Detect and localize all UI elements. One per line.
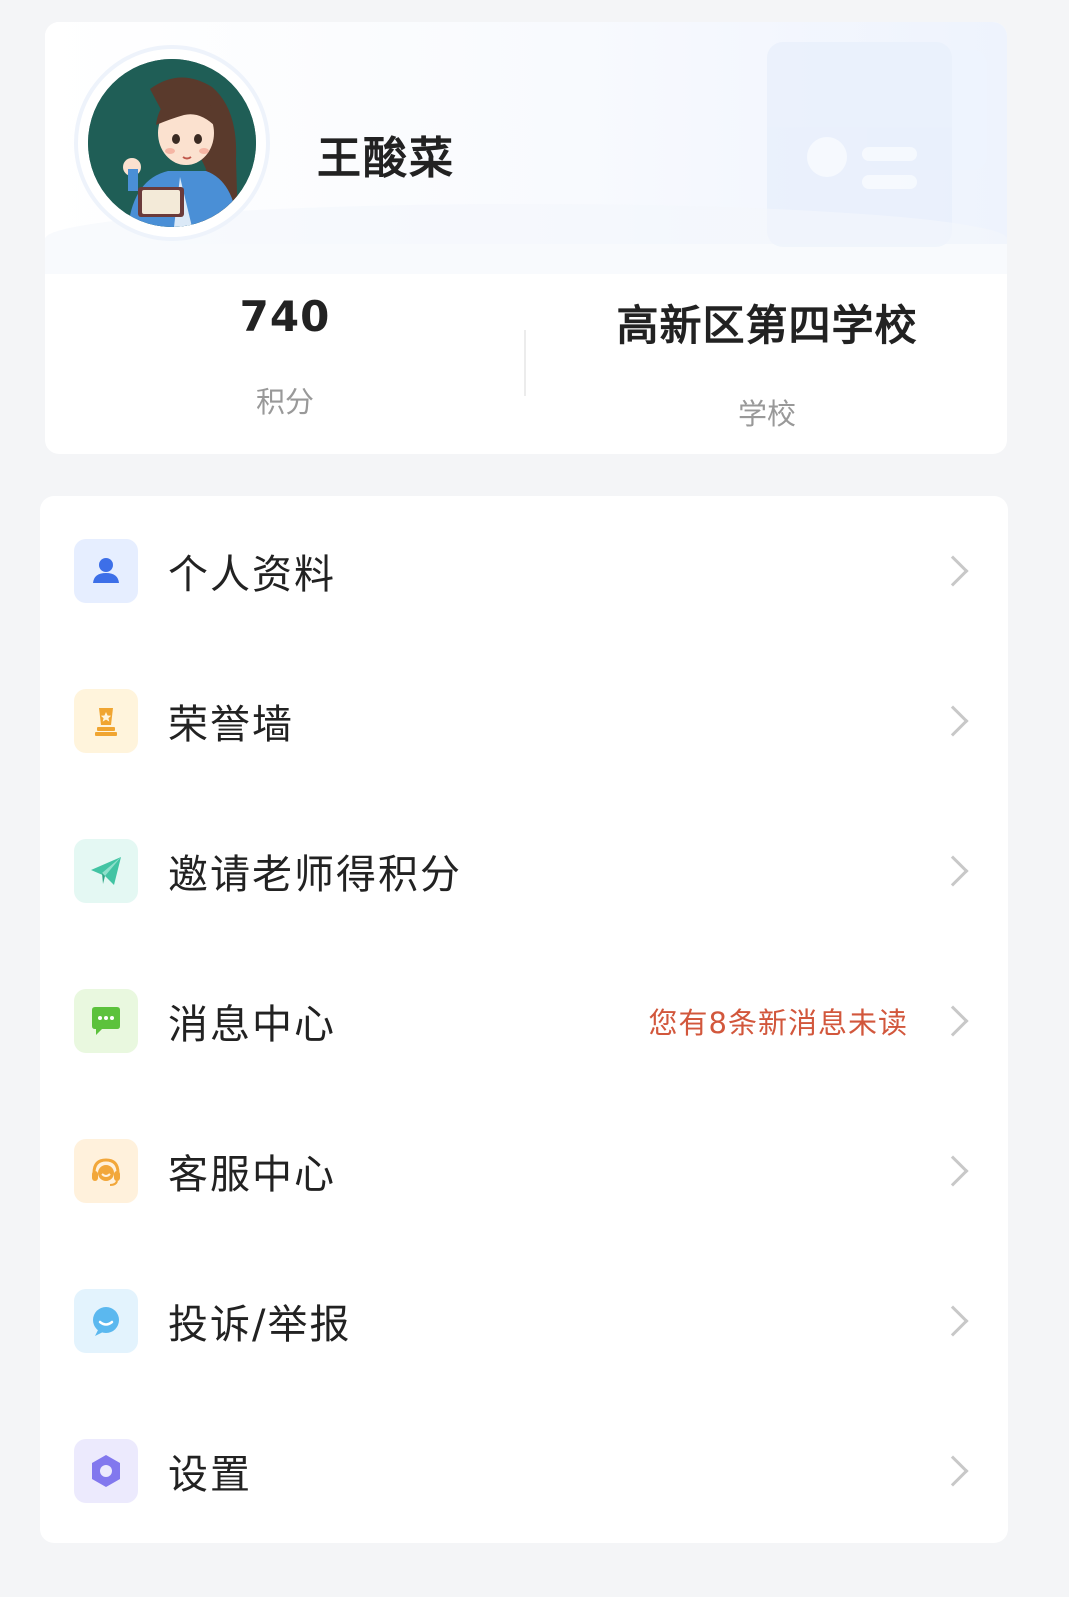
menu-item-label: 邀请老师得积分	[168, 852, 462, 898]
avatar-image	[88, 59, 256, 227]
menu-item-label: 消息中心	[168, 1002, 336, 1048]
chevron-right-icon	[937, 705, 969, 737]
menu-item-label: 投诉/举报	[168, 1302, 352, 1348]
chevron-right-icon	[937, 1005, 969, 1037]
menu-item-label: 设置	[168, 1452, 252, 1498]
points-label: 积分	[255, 385, 314, 419]
school-value: 高新区第四学校	[616, 301, 918, 350]
stats-row: 740 积分 高新区第四学校 学校	[45, 292, 1007, 442]
chevron-right-icon	[937, 1155, 969, 1187]
menu-item-complaint-report[interactable]: 投诉/举报	[40, 1246, 1008, 1396]
menu-item-label: 个人资料	[168, 552, 336, 598]
school-label: 学校	[737, 397, 796, 431]
points-stat[interactable]: 740 积分	[45, 292, 525, 421]
chevron-right-icon	[937, 1305, 969, 1337]
user-icon	[74, 539, 138, 603]
menu-item-invite-teachers[interactable]: 邀请老师得积分	[40, 796, 1008, 946]
chevron-right-icon	[937, 1455, 969, 1487]
headset-icon	[74, 1139, 138, 1203]
chevron-right-icon	[937, 555, 969, 587]
menu-list: 个人资料 荣誉墙 邀请老师得积分 消息中心 您有8条新消息未读 客服中心 投诉/…	[40, 496, 1008, 1543]
menu-item-settings[interactable]: 设置	[40, 1396, 1008, 1546]
user-name: 王酸菜	[317, 133, 455, 184]
stats-divider	[524, 330, 526, 396]
teacher-illustration-icon	[88, 59, 256, 227]
points-value: 740	[239, 292, 331, 341]
menu-item-label: 荣誉墙	[168, 702, 294, 748]
smile-bubble-icon	[74, 1289, 138, 1353]
school-stat[interactable]: 高新区第四学校 学校	[527, 292, 1007, 433]
menu-item-label: 客服中心	[168, 1152, 336, 1198]
avatar[interactable]	[78, 49, 266, 237]
unread-messages-hint: 您有8条新消息未读	[648, 1006, 908, 1040]
hexagon-settings-icon	[74, 1439, 138, 1503]
menu-item-customer-service[interactable]: 客服中心	[40, 1096, 1008, 1246]
chevron-right-icon	[937, 855, 969, 887]
chat-bubble-icon	[74, 989, 138, 1053]
profile-card: 王酸菜 740 积分 高新区第四学校 学校	[45, 22, 1007, 454]
trophy-icon	[74, 689, 138, 753]
menu-item-profile[interactable]: 个人资料	[40, 496, 1008, 646]
menu-item-honor-wall[interactable]: 荣誉墙	[40, 646, 1008, 796]
menu-item-message-center[interactable]: 消息中心 您有8条新消息未读	[40, 946, 1008, 1096]
paper-plane-icon	[74, 839, 138, 903]
